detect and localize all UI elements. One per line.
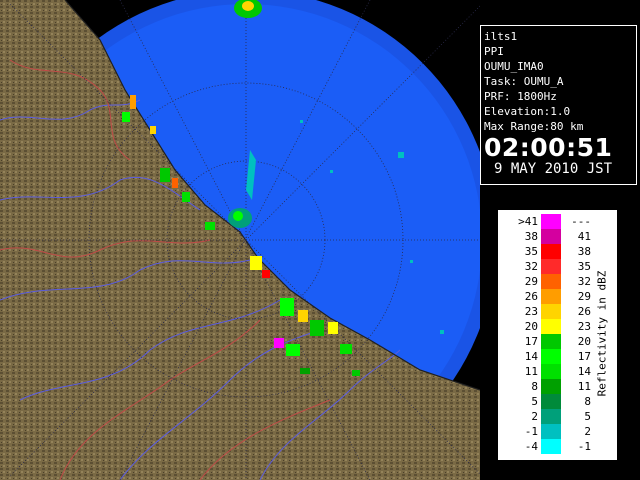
legend-row: 25 xyxy=(506,409,591,424)
legend-low-value: 29 xyxy=(524,275,538,288)
prf-value: PRF: 1800Hz xyxy=(484,90,557,103)
legend-low-value: 20 xyxy=(524,320,538,333)
legend-low-value: >41 xyxy=(518,215,538,228)
legend-color-swatch xyxy=(541,244,561,259)
radar-info-panel: ilts1 PPI OUMU_IMA0 Task: OUMU_A PRF: 18… xyxy=(480,25,637,185)
legend-low-value: 38 xyxy=(524,230,538,243)
legend-row: 14 17 xyxy=(506,349,591,364)
legend-low-value: 35 xyxy=(524,245,538,258)
legend-color-swatch xyxy=(541,214,561,229)
legend-color-swatch xyxy=(541,409,561,424)
legend-color-swatch xyxy=(541,274,561,289)
legend-high-value: 20 xyxy=(577,335,591,348)
task-name: Task: OUMU_A xyxy=(484,75,564,88)
legend-low-value: -1 xyxy=(524,425,538,438)
legend-color-swatch xyxy=(541,394,561,409)
legend-row: 29 32 xyxy=(506,274,591,289)
legend-color-swatch xyxy=(541,259,561,274)
site-name: OUMU_IMA0 xyxy=(484,60,544,73)
legend-low-value: 8 xyxy=(531,380,538,393)
legend-high-value: 23 xyxy=(577,320,591,333)
legend-high-value: 41 xyxy=(577,230,591,243)
legend-color-swatch xyxy=(541,304,561,319)
scan-time: 02:00:51 xyxy=(484,133,613,162)
legend-row: 8 11 xyxy=(506,379,591,394)
legend-low-value: 17 xyxy=(524,335,538,348)
elevation-value: Elevation:1.0 xyxy=(484,105,571,118)
legend-row: 58 xyxy=(506,394,591,409)
legend-high-value: 35 xyxy=(577,260,591,273)
reflectivity-legend: >41 --- 38 41 35 38 32 35 29 32 26 29 23 26 20 23 17 20 14… xyxy=(498,210,617,460)
legend-color-swatch xyxy=(541,364,561,379)
legend-row: -4 -1 xyxy=(506,439,591,454)
legend-high-value: 5 xyxy=(584,410,591,423)
legend-high-value: 2 xyxy=(584,425,591,438)
legend-color-swatch xyxy=(541,424,561,439)
legend-low-value: 32 xyxy=(524,260,538,273)
radar-map xyxy=(0,0,480,480)
scan-date: 9 MAY 2010 JST xyxy=(494,161,613,177)
legend-row: 32 35 xyxy=(506,259,591,274)
max-range-value: Max Range:80 km xyxy=(484,120,584,133)
legend-high-value: 11 xyxy=(577,380,591,393)
legend-row: 38 41 xyxy=(506,229,591,244)
legend-low-value: 14 xyxy=(524,350,538,363)
legend-high-value: 17 xyxy=(577,350,591,363)
legend-row: -1 2 xyxy=(506,424,591,439)
product-type: PPI xyxy=(484,45,504,58)
legend-color-swatch xyxy=(541,439,561,454)
station-name: ilts1 xyxy=(484,30,518,43)
legend-high-value: -1 xyxy=(577,440,591,453)
legend-high-value: 26 xyxy=(577,305,591,318)
legend-high-value: 14 xyxy=(577,365,591,378)
legend-high-value: 8 xyxy=(584,395,591,408)
legend-color-swatch xyxy=(541,289,561,304)
legend-color-swatch xyxy=(541,334,561,349)
legend-low-value: 26 xyxy=(524,290,538,303)
legend-low-value: 23 xyxy=(524,305,538,318)
legend-low-value: -4 xyxy=(524,440,538,453)
legend-row: 23 26 xyxy=(506,304,591,319)
legend-low-value: 11 xyxy=(524,365,538,378)
legend-title: Reflectivity in dBZ xyxy=(595,270,609,397)
legend-color-swatch xyxy=(541,349,561,364)
legend-row: 11 14 xyxy=(506,364,591,379)
legend-row: 35 38 xyxy=(506,244,591,259)
legend-row: 26 29 xyxy=(506,289,591,304)
legend-row: 20 23 xyxy=(506,319,591,334)
legend-color-swatch xyxy=(541,229,561,244)
legend-color-swatch xyxy=(541,319,561,334)
legend-low-value: 2 xyxy=(531,410,538,423)
legend-color-swatch xyxy=(541,379,561,394)
legend-high-value: 32 xyxy=(577,275,591,288)
legend-row: >41 --- xyxy=(506,214,591,229)
legend-low-value: 5 xyxy=(531,395,538,408)
legend-high-value: 29 xyxy=(577,290,591,303)
legend-row: 17 20 xyxy=(506,334,591,349)
legend-high-value: 38 xyxy=(577,245,591,258)
legend-high-value: --- xyxy=(571,215,591,228)
